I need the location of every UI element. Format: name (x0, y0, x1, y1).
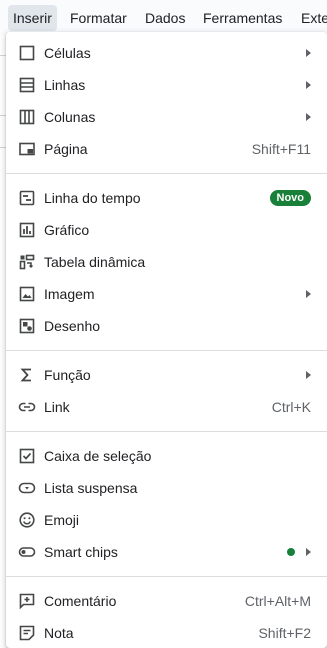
menu-item-lista-suspensa[interactable]: Lista suspensa (6, 472, 327, 504)
menu-item-caixa-selecao[interactable]: Caixa de seleção (6, 440, 327, 472)
menu-formatar[interactable]: Formatar (65, 5, 132, 31)
menu-ferramentas[interactable]: Ferramentas (198, 5, 287, 31)
menu-item-label: Função (44, 367, 91, 383)
chart-icon (18, 221, 36, 239)
menu-item-label: Smart chips (44, 544, 118, 560)
submenu-arrow-icon (306, 113, 311, 121)
menu-item-label: Lista suspensa (44, 480, 138, 496)
menu-item-label: Linha do tempo (44, 190, 141, 206)
menu-item-nota[interactable]: Nota Shift+F2 (6, 617, 327, 648)
menu-extensoes[interactable]: Exte (296, 5, 327, 31)
menu-item-funcao[interactable]: Função (6, 359, 327, 391)
menu-item-comentario[interactable]: Comentário Ctrl+Alt+M (6, 585, 327, 617)
submenu-arrow-icon (306, 371, 311, 379)
smart-chips-icon (18, 543, 36, 561)
menu-item-link[interactable]: Link Ctrl+K (6, 391, 327, 423)
menu-item-emoji[interactable]: Emoji (6, 504, 327, 536)
link-icon (18, 398, 36, 416)
rows-icon (18, 76, 36, 94)
menu-inserir[interactable]: Inserir (8, 5, 57, 31)
menu-item-pagina[interactable]: Página Shift+F11 (6, 133, 327, 165)
timeline-icon (18, 189, 36, 207)
pivot-table-icon (18, 253, 36, 271)
menu-separator (6, 576, 327, 577)
menu-item-label: Desenho (44, 318, 101, 334)
shortcut-label: Ctrl+K (271, 399, 311, 415)
menu-item-label: Nota (44, 625, 74, 641)
menu-item-celulas[interactable]: Células (6, 37, 327, 69)
drawing-icon (18, 317, 36, 335)
menu-item-grafico[interactable]: Gráfico (6, 214, 327, 246)
shortcut-label: Shift+F2 (258, 625, 311, 641)
menu-item-smart-chips[interactable]: Smart chips (6, 536, 327, 568)
image-icon (18, 285, 36, 303)
page-icon (18, 140, 36, 158)
menu-item-label: Imagem (44, 286, 95, 302)
menu-item-label: Tabela dinâmica (44, 254, 146, 270)
new-indicator-dot (287, 548, 295, 556)
menu-item-label: Células (44, 45, 91, 61)
menu-item-tabela-dinamica[interactable]: Tabela dinâmica (6, 246, 327, 278)
add-comment-icon (18, 592, 36, 610)
menu-item-linha-do-tempo[interactable]: Linha do tempo Novo (6, 182, 327, 214)
emoji-icon (18, 511, 36, 529)
menu-dados[interactable]: Dados (140, 5, 190, 31)
square-icon (18, 44, 36, 62)
menu-item-imagem[interactable]: Imagem (6, 278, 327, 310)
menu-item-label: Gráfico (44, 222, 90, 238)
new-badge: Novo (269, 190, 311, 206)
note-icon (18, 624, 36, 642)
checkbox-icon (18, 447, 36, 465)
submenu-arrow-icon (306, 49, 311, 57)
sigma-icon (18, 366, 36, 384)
columns-icon (18, 108, 36, 126)
menu-separator (6, 350, 327, 351)
dropdown-icon (18, 479, 36, 497)
menu-item-label: Página (44, 141, 88, 157)
menu-item-label: Caixa de seleção (44, 448, 152, 464)
menu-item-label: Comentário (44, 593, 117, 609)
submenu-arrow-icon (306, 81, 311, 89)
menu-item-colunas[interactable]: Colunas (6, 101, 327, 133)
menu-item-linhas[interactable]: Linhas (6, 69, 327, 101)
shortcut-label: Ctrl+Alt+M (244, 593, 311, 609)
submenu-arrow-icon (306, 290, 311, 298)
submenu-arrow-icon (306, 548, 311, 556)
insert-menu-dropdown: Células Linhas Colunas Página Shift+F11 … (6, 32, 327, 648)
menu-item-label: Link (44, 399, 70, 415)
menu-bar: Inserir Formatar Dados Ferramentas Exte (0, 0, 327, 35)
menu-item-label: Linhas (44, 77, 86, 93)
menu-item-label: Emoji (44, 512, 80, 528)
menu-item-label: Colunas (44, 109, 96, 125)
menu-separator (6, 431, 327, 432)
shortcut-label: Shift+F11 (251, 141, 311, 157)
menu-item-desenho[interactable]: Desenho (6, 310, 327, 342)
menu-separator (6, 173, 327, 174)
